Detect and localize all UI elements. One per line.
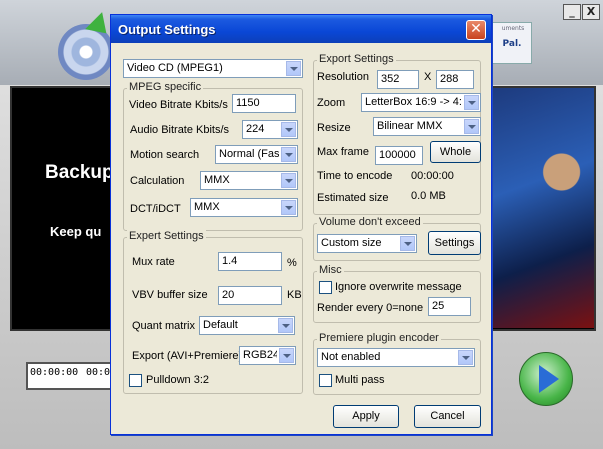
vbv-buffer-input[interactable]: 20 <box>218 286 282 305</box>
chevron-down-icon[interactable] <box>281 173 296 188</box>
multi-pass-label: Multi pass <box>335 374 385 386</box>
resolution-height-input[interactable]: 288 <box>436 70 474 89</box>
max-frame-input[interactable]: 100000 <box>375 146 423 165</box>
chevron-down-icon[interactable] <box>400 236 415 251</box>
resize-select[interactable]: Bilinear MMX <box>373 117 481 136</box>
audio-bitrate-select[interactable]: 224 <box>242 120 298 139</box>
cancel-button[interactable]: Cancel <box>414 405 481 428</box>
premiere-legend: Premiere plugin encoder <box>317 332 441 344</box>
dialog-title-bar[interactable]: Output Settings ✕ <box>111 15 491 43</box>
chevron-down-icon[interactable] <box>281 147 296 162</box>
format-select-value: Video CD (MPEG1) <box>127 62 223 74</box>
paypal-caption: uments <box>501 25 525 32</box>
max-frame-label: Max frame <box>317 146 369 158</box>
audio-bitrate-label: Audio Bitrate Kbits/s <box>130 124 230 136</box>
estimated-size-value: 0.0 MB <box>411 190 446 202</box>
volume-size-select[interactable]: Custom size <box>317 234 417 253</box>
timeline-display[interactable]: 00:00:00 00:00 <box>26 362 116 390</box>
render-every-label: Render every 0=none <box>317 302 424 314</box>
play-icon <box>539 365 559 393</box>
calculation-value: MMX <box>204 174 230 186</box>
dct-select[interactable]: MMX <box>190 198 298 217</box>
banner-subtitle: Keep qu <box>50 224 102 239</box>
resize-value: Bilinear MMX <box>377 120 443 132</box>
resolution-label: Resolution <box>317 71 369 83</box>
time-to-encode-label: Time to encode <box>317 170 393 182</box>
chevron-down-icon[interactable] <box>286 61 301 76</box>
paypal-button[interactable]: uments Pal. <box>492 22 532 64</box>
vbv-buffer-label: VBV buffer size <box>132 289 208 301</box>
video-bitrate-input[interactable]: 1150 <box>232 94 296 113</box>
zoom-value: LetterBox 16:9 -> 4:3 <box>365 96 462 108</box>
resize-label: Resize <box>317 122 351 134</box>
chevron-down-icon[interactable] <box>458 350 473 365</box>
chevron-down-icon[interactable] <box>281 200 296 215</box>
dct-value: MMX <box>194 201 220 213</box>
video-bitrate-label: Video Bitrate Kbits/s <box>129 99 228 111</box>
resolution-x-label: X <box>424 71 432 83</box>
whole-button[interactable]: Whole <box>430 141 481 163</box>
chevron-down-icon[interactable] <box>464 119 479 134</box>
zoom-select[interactable]: LetterBox 16:9 -> 4:3 <box>361 93 481 112</box>
close-app-button[interactable]: X <box>582 4 600 20</box>
misc-legend: Misc <box>317 264 344 276</box>
premiere-encoder-select[interactable]: Not enabled <box>317 348 475 367</box>
audio-bitrate-value: 224 <box>246 123 265 135</box>
dialog-close-button[interactable]: ✕ <box>466 20 486 40</box>
dct-label: DCT/iDCT <box>130 203 181 215</box>
play-button[interactable] <box>519 352 573 406</box>
mpeg-specific-legend: MPEG specific <box>127 81 204 93</box>
vbv-buffer-unit: KB <box>287 289 302 301</box>
chevron-down-icon[interactable] <box>464 95 479 110</box>
volume-settings-button[interactable]: Settings <box>428 231 481 255</box>
calculation-select[interactable]: MMX <box>200 171 298 190</box>
apply-button[interactable]: Apply <box>333 405 399 428</box>
timeline-start: 00:00:00 <box>30 367 79 378</box>
motion-search-label: Motion search <box>130 149 200 161</box>
estimated-size-label: Estimated size <box>317 192 389 204</box>
ignore-overwrite-label: Ignore overwrite message <box>335 281 462 293</box>
banner-title: Backup <box>45 162 114 183</box>
quant-matrix-value: Default <box>203 319 238 331</box>
volume-legend: Volume don't exceed <box>317 216 423 228</box>
motion-search-select[interactable]: Normal (Fast <box>215 145 298 164</box>
export-format-label: Export (AVI+Premiere) <box>132 350 243 362</box>
export-format-select[interactable]: RGB24 <box>239 346 296 365</box>
resolution-width-input[interactable]: 352 <box>377 70 419 89</box>
format-select[interactable]: Video CD (MPEG1) <box>123 59 303 78</box>
paypal-label: Pal. <box>502 39 522 49</box>
calculation-label: Calculation <box>130 175 185 187</box>
motion-search-value: Normal (Fast <box>219 148 279 160</box>
chevron-down-icon[interactable] <box>278 318 293 333</box>
output-settings-dialog: Output Settings ✕ Video CD (MPEG1) MPEG … <box>110 14 492 435</box>
minimize-button[interactable]: _ <box>563 4 581 20</box>
export-settings-legend: Export Settings <box>317 53 396 65</box>
ignore-overwrite-checkbox[interactable] <box>319 281 332 294</box>
quant-matrix-select[interactable]: Default <box>199 316 295 335</box>
pulldown-checkbox[interactable] <box>129 374 142 387</box>
expert-settings-legend: Expert Settings <box>127 230 206 242</box>
export-format-value: RGB24 <box>243 349 277 361</box>
preview-image <box>486 88 594 328</box>
mux-rate-label: Mux rate <box>132 256 175 268</box>
render-every-input[interactable]: 25 <box>428 297 471 316</box>
chevron-down-icon[interactable] <box>279 348 294 363</box>
premiere-encoder-value: Not enabled <box>321 351 381 363</box>
zoom-label: Zoom <box>317 97 346 109</box>
mux-rate-unit: % <box>287 257 297 269</box>
close-icon: ✕ <box>470 21 482 37</box>
chevron-down-icon[interactable] <box>281 122 296 137</box>
dialog-title: Output Settings <box>118 22 216 37</box>
pulldown-label: Pulldown 3:2 <box>146 374 209 386</box>
multi-pass-checkbox[interactable] <box>319 374 332 387</box>
time-to-encode-value: 00:00:00 <box>411 170 454 182</box>
volume-size-value: Custom size <box>321 237 382 249</box>
quant-matrix-label: Quant matrix <box>132 320 195 332</box>
mux-rate-input[interactable]: 1.4 <box>218 252 282 271</box>
